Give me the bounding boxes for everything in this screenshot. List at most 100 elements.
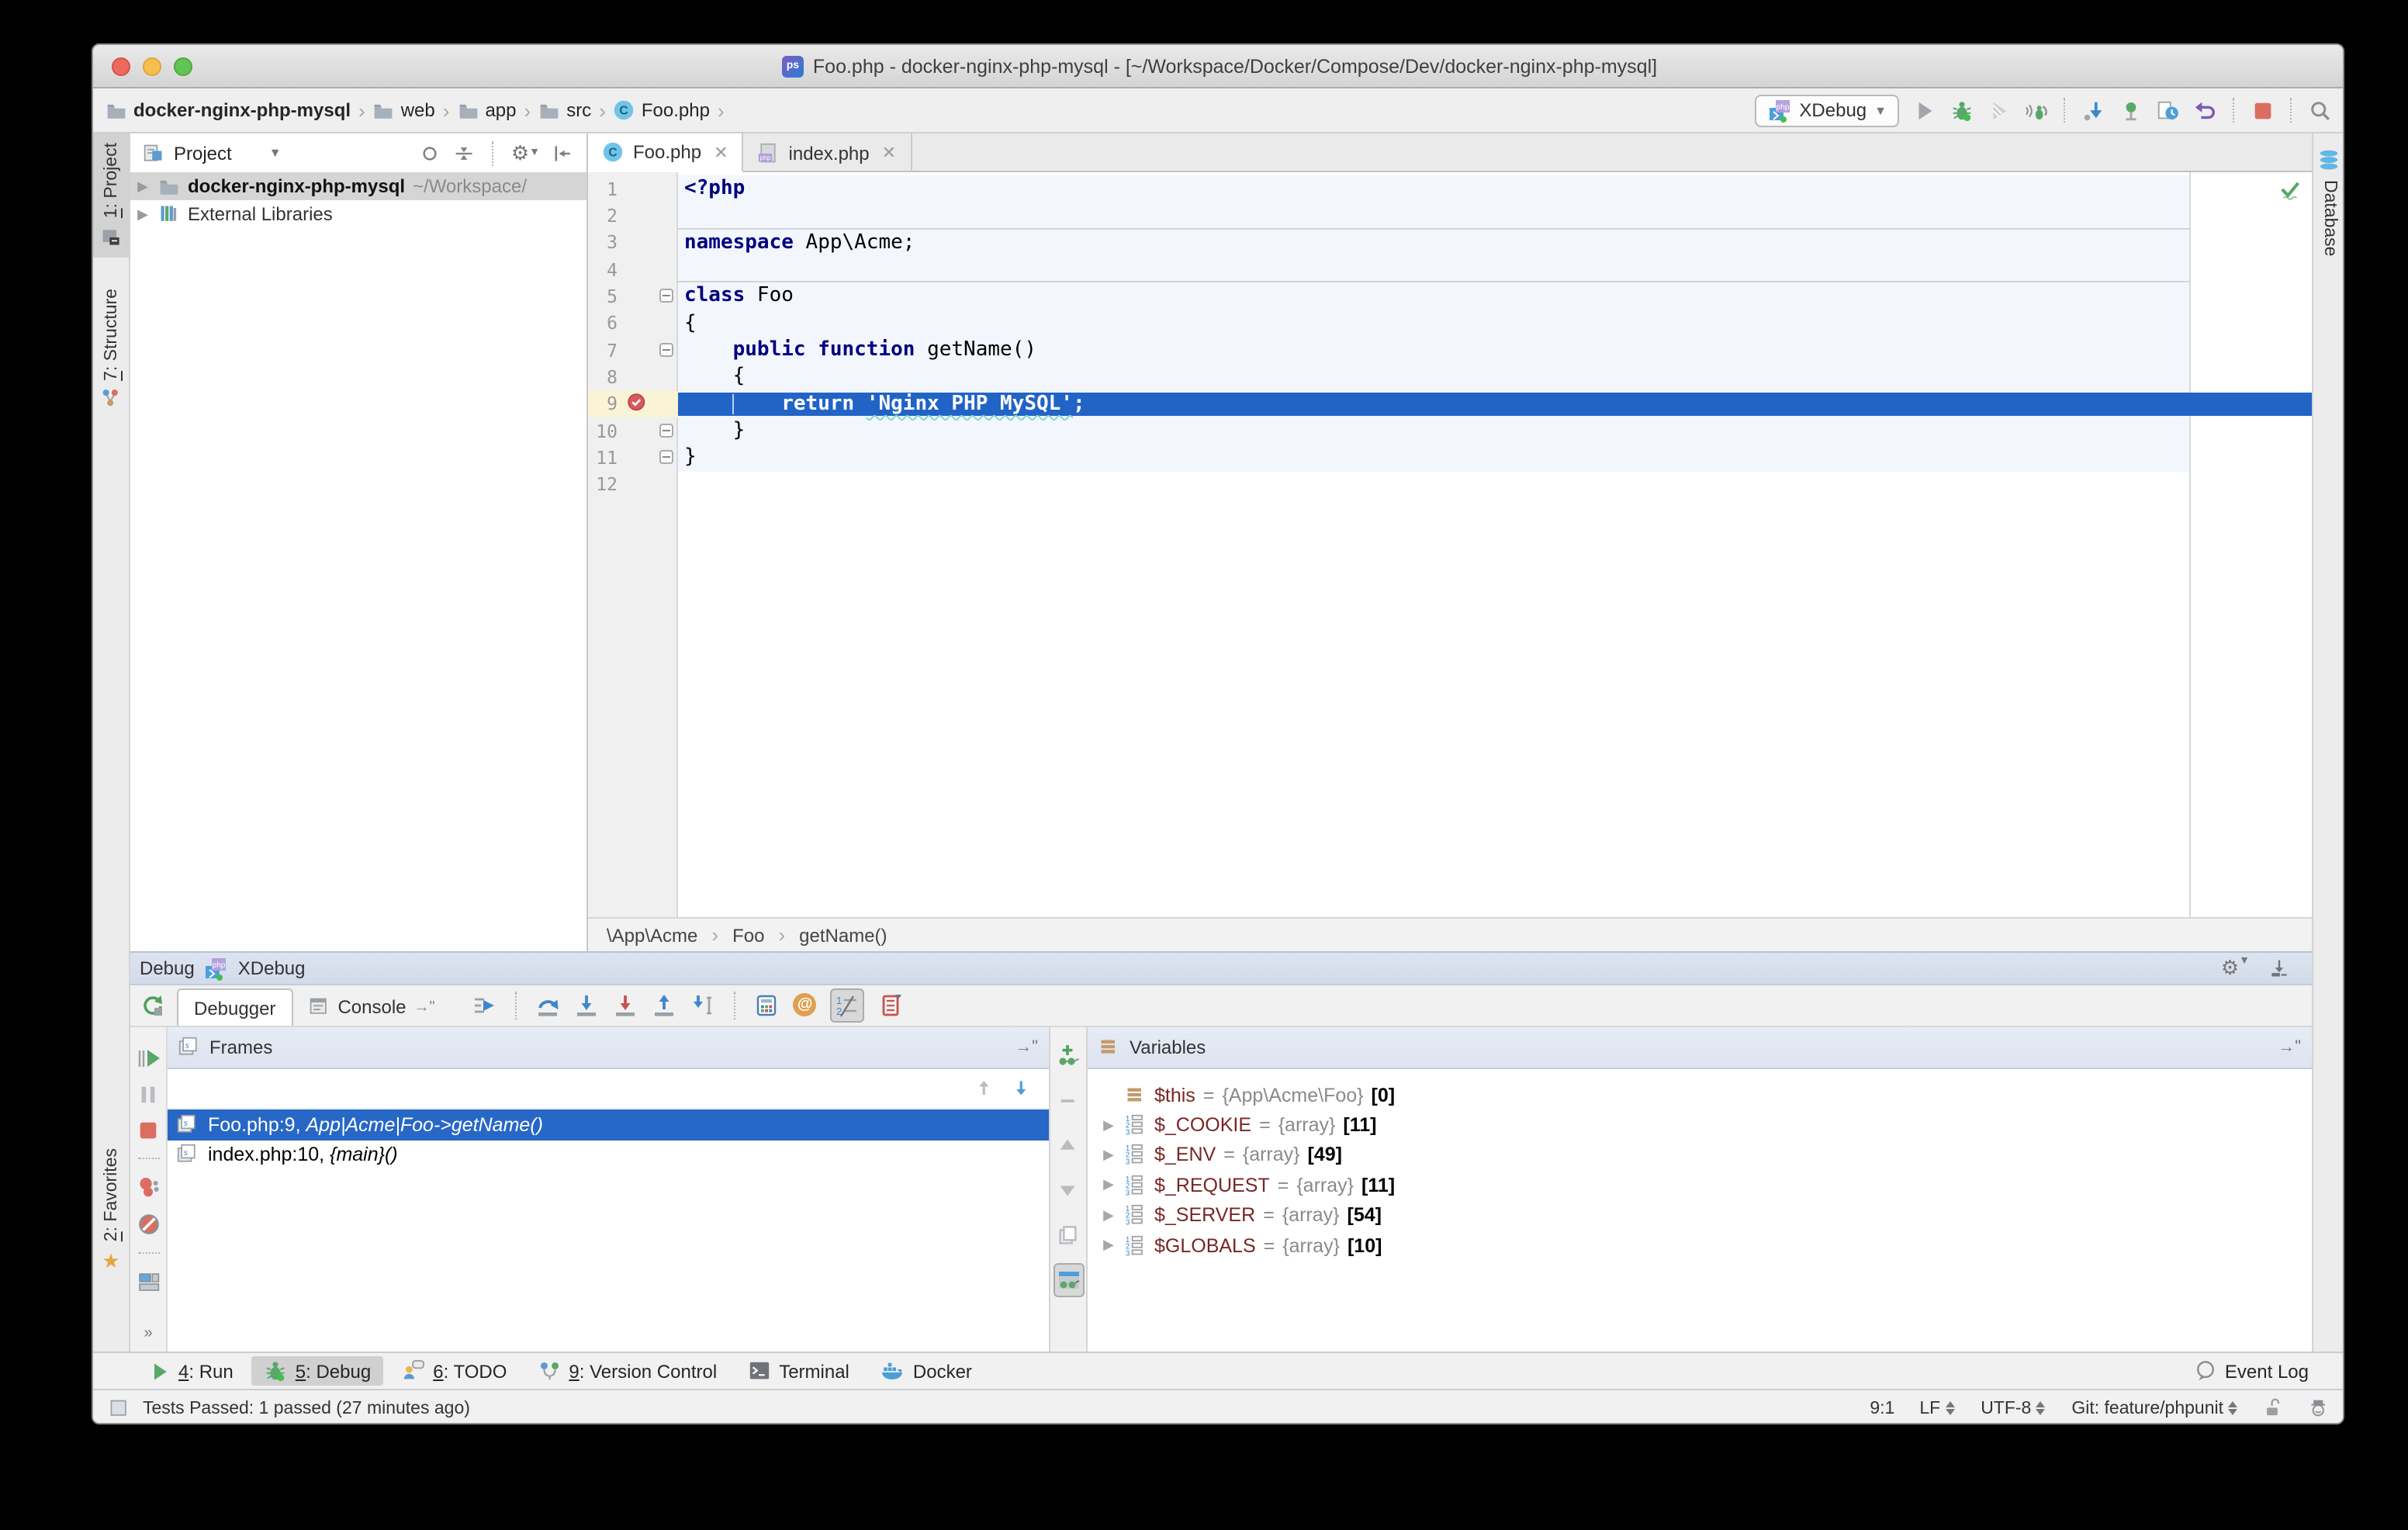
encoding-select[interactable]: UTF-8 <box>1981 1399 2046 1418</box>
code-line-11[interactable]: 11} <box>588 445 2312 472</box>
code-line-10[interactable]: 10 } <box>588 417 2312 445</box>
line-number[interactable]: 8 <box>588 366 622 388</box>
sidebar-item-project[interactable]: 1: Project <box>93 133 129 257</box>
hide-down-icon[interactable] <box>2268 957 2290 979</box>
move-down-icon[interactable] <box>1053 1175 1084 1206</box>
run-icon[interactable] <box>1910 96 1938 124</box>
editor-breadcrumb-item[interactable]: \App\Acme <box>607 924 697 946</box>
breadcrumb-src[interactable]: src <box>538 99 591 121</box>
editor-breadcrumb-item[interactable]: getName() <box>799 924 887 946</box>
project-root-node[interactable]: ▶ docker-nginx-php-mysql ~/Workspace/ <box>130 172 586 200</box>
restore-layout-icon[interactable] <box>136 1269 161 1294</box>
expand-arrow-icon[interactable]: ▶ <box>1100 1177 1117 1194</box>
fold-marker-icon[interactable] <box>653 424 678 438</box>
search-icon[interactable] <box>2306 96 2334 124</box>
chevron-down-icon[interactable]: ▼ <box>269 146 282 160</box>
editor-breadcrumb-item[interactable]: Foo <box>732 924 764 946</box>
code-line-3[interactable]: 3namespace App\Acme; <box>588 229 2312 256</box>
step-over-icon[interactable] <box>536 992 561 1017</box>
fold-marker-icon[interactable] <box>653 343 678 357</box>
tab-foo-php[interactable]: C Foo.php ✕ <box>588 133 744 172</box>
fold-marker-icon[interactable] <box>653 451 678 465</box>
code-line-8[interactable]: 8 { <box>588 364 2312 391</box>
duplicate-watch-icon[interactable] <box>1053 1220 1084 1251</box>
tab-debugger[interactable]: Debugger <box>177 988 292 1026</box>
variables-panel-header[interactable]: Variables →" <box>1088 1027 2312 1069</box>
add-watch-icon[interactable] <box>1053 1040 1084 1071</box>
breadcrumb-Foo.php[interactable]: CFoo.php <box>614 99 710 121</box>
vcs-commit-icon[interactable] <box>2116 96 2144 124</box>
rollback-icon[interactable] <box>2191 96 2219 124</box>
expand-arrow-icon[interactable]: ▶ <box>135 178 150 195</box>
line-ending-select[interactable]: LF <box>1919 1399 1956 1418</box>
line-number[interactable]: 10 <box>588 420 622 441</box>
inspection-profile-icon[interactable] <box>2309 1397 2330 1419</box>
line-number[interactable]: 12 <box>588 474 622 496</box>
expand-arrow-icon[interactable]: ▶ <box>1100 1147 1117 1164</box>
inspections-ok-icon[interactable] <box>2279 178 2302 202</box>
gear-icon[interactable]: ⚙▼ <box>2221 956 2250 981</box>
hide-panel-icon[interactable] <box>552 142 574 164</box>
close-tab-icon[interactable]: ✕ <box>882 143 896 163</box>
breadcrumb-docker-nginx-php-mysql[interactable]: docker-nginx-php-mysql <box>106 99 351 121</box>
fold-marker-icon[interactable] <box>653 289 678 303</box>
external-libraries-node[interactable]: ▶ External Libraries <box>130 200 586 228</box>
tab-index-php[interactable]: php index.php ✕ <box>744 133 912 172</box>
event-log-button[interactable]: Event Log <box>2194 1359 2330 1383</box>
toolwindow-button-docker[interactable]: Docker <box>868 1356 984 1386</box>
view-breakpoints-list-icon[interactable] <box>879 992 904 1017</box>
run-to-cursor-icon[interactable] <box>691 992 716 1017</box>
stop-icon[interactable] <box>2248 96 2276 124</box>
variable-row[interactable]: $this = {App\Acme\Foo} [0] <box>1088 1080 2312 1110</box>
expand-arrow-icon[interactable]: ▶ <box>1100 1116 1117 1134</box>
local-history-icon[interactable] <box>2154 96 2181 124</box>
frame-row[interactable]: sFoo.php:9, App|Acme|Foo->getName() <box>168 1109 1049 1140</box>
show-execution-point-icon[interactable] <box>472 992 497 1017</box>
line-number[interactable]: 2 <box>588 205 622 227</box>
force-step-into-icon[interactable] <box>614 992 638 1017</box>
line-number[interactable]: 1 <box>588 178 622 199</box>
breakpoint-icon[interactable] <box>622 393 653 415</box>
sidebar-item-favorites[interactable]: 2: Favorites ★ <box>93 1139 129 1283</box>
pause-icon[interactable] <box>137 1083 160 1106</box>
project-panel-title[interactable]: Project <box>174 142 232 164</box>
stop-side-icon[interactable] <box>137 1119 160 1142</box>
line-number[interactable]: 7 <box>588 339 622 361</box>
variable-row[interactable]: ▶123$GLOBALS = {array} [10] <box>1088 1231 2312 1261</box>
more-actions-icon[interactable]: » <box>144 1325 152 1342</box>
caret-position[interactable]: 9:1 <box>1870 1399 1894 1418</box>
code-line-12[interactable]: 12 <box>588 471 2312 498</box>
frame-row[interactable]: sindex.php:10, {main}() <box>168 1140 1049 1170</box>
vcs-update-icon[interactable] <box>2079 96 2107 124</box>
variable-row[interactable]: ▶123$_COOKIE = {array} [11] <box>1088 1110 2312 1141</box>
code-line-5[interactable]: 5class Foo <box>588 283 2312 310</box>
code-line-2[interactable]: 2 <box>588 202 2312 230</box>
line-number[interactable]: 6 <box>588 313 622 334</box>
variable-row[interactable]: ▶123$_ENV = {array} [49] <box>1088 1141 2312 1171</box>
status-message[interactable]: Tests Passed: 1 passed (27 minutes ago) <box>143 1399 470 1418</box>
run-muted-icon[interactable] <box>1984 96 2012 124</box>
breadcrumb-app[interactable]: app <box>457 99 516 121</box>
code-line-4[interactable]: 4 <box>588 256 2312 283</box>
step-into-icon[interactable] <box>575 992 600 1017</box>
move-up-icon[interactable] <box>1053 1130 1084 1161</box>
collapse-all-icon[interactable] <box>454 142 476 164</box>
line-number[interactable]: 5 <box>588 286 622 307</box>
listen-debugger-icon[interactable] <box>2022 96 2050 124</box>
inline-values-at-icon[interactable]: @ <box>794 993 817 1016</box>
close-tab-icon[interactable]: ✕ <box>714 142 728 162</box>
variable-row[interactable]: ▶123$_REQUEST = {array} [11] <box>1088 1170 2312 1200</box>
variable-row[interactable]: ▶123$_SERVER = {array} [54] <box>1088 1200 2312 1231</box>
debug-panel-header[interactable]: Debug php XDebug ⚙▼ <box>130 951 2312 985</box>
toolwindow-button--todo[interactable]: 6: TODO <box>389 1356 519 1386</box>
breadcrumb-web[interactable]: web <box>373 99 435 121</box>
expand-arrow-icon[interactable]: ▶ <box>1100 1237 1117 1254</box>
code-line-1[interactable]: 1<?php <box>588 175 2312 202</box>
show-watches-icon[interactable] <box>1053 1265 1084 1296</box>
toolwindow-button-terminal[interactable]: Terminal <box>735 1356 862 1386</box>
evaluate-expression-icon[interactable] <box>755 992 780 1017</box>
view-breakpoints-icon[interactable] <box>136 1175 161 1199</box>
locate-icon[interactable] <box>420 142 441 164</box>
line-number[interactable]: 3 <box>588 232 622 254</box>
debug-icon[interactable] <box>1947 96 1975 124</box>
